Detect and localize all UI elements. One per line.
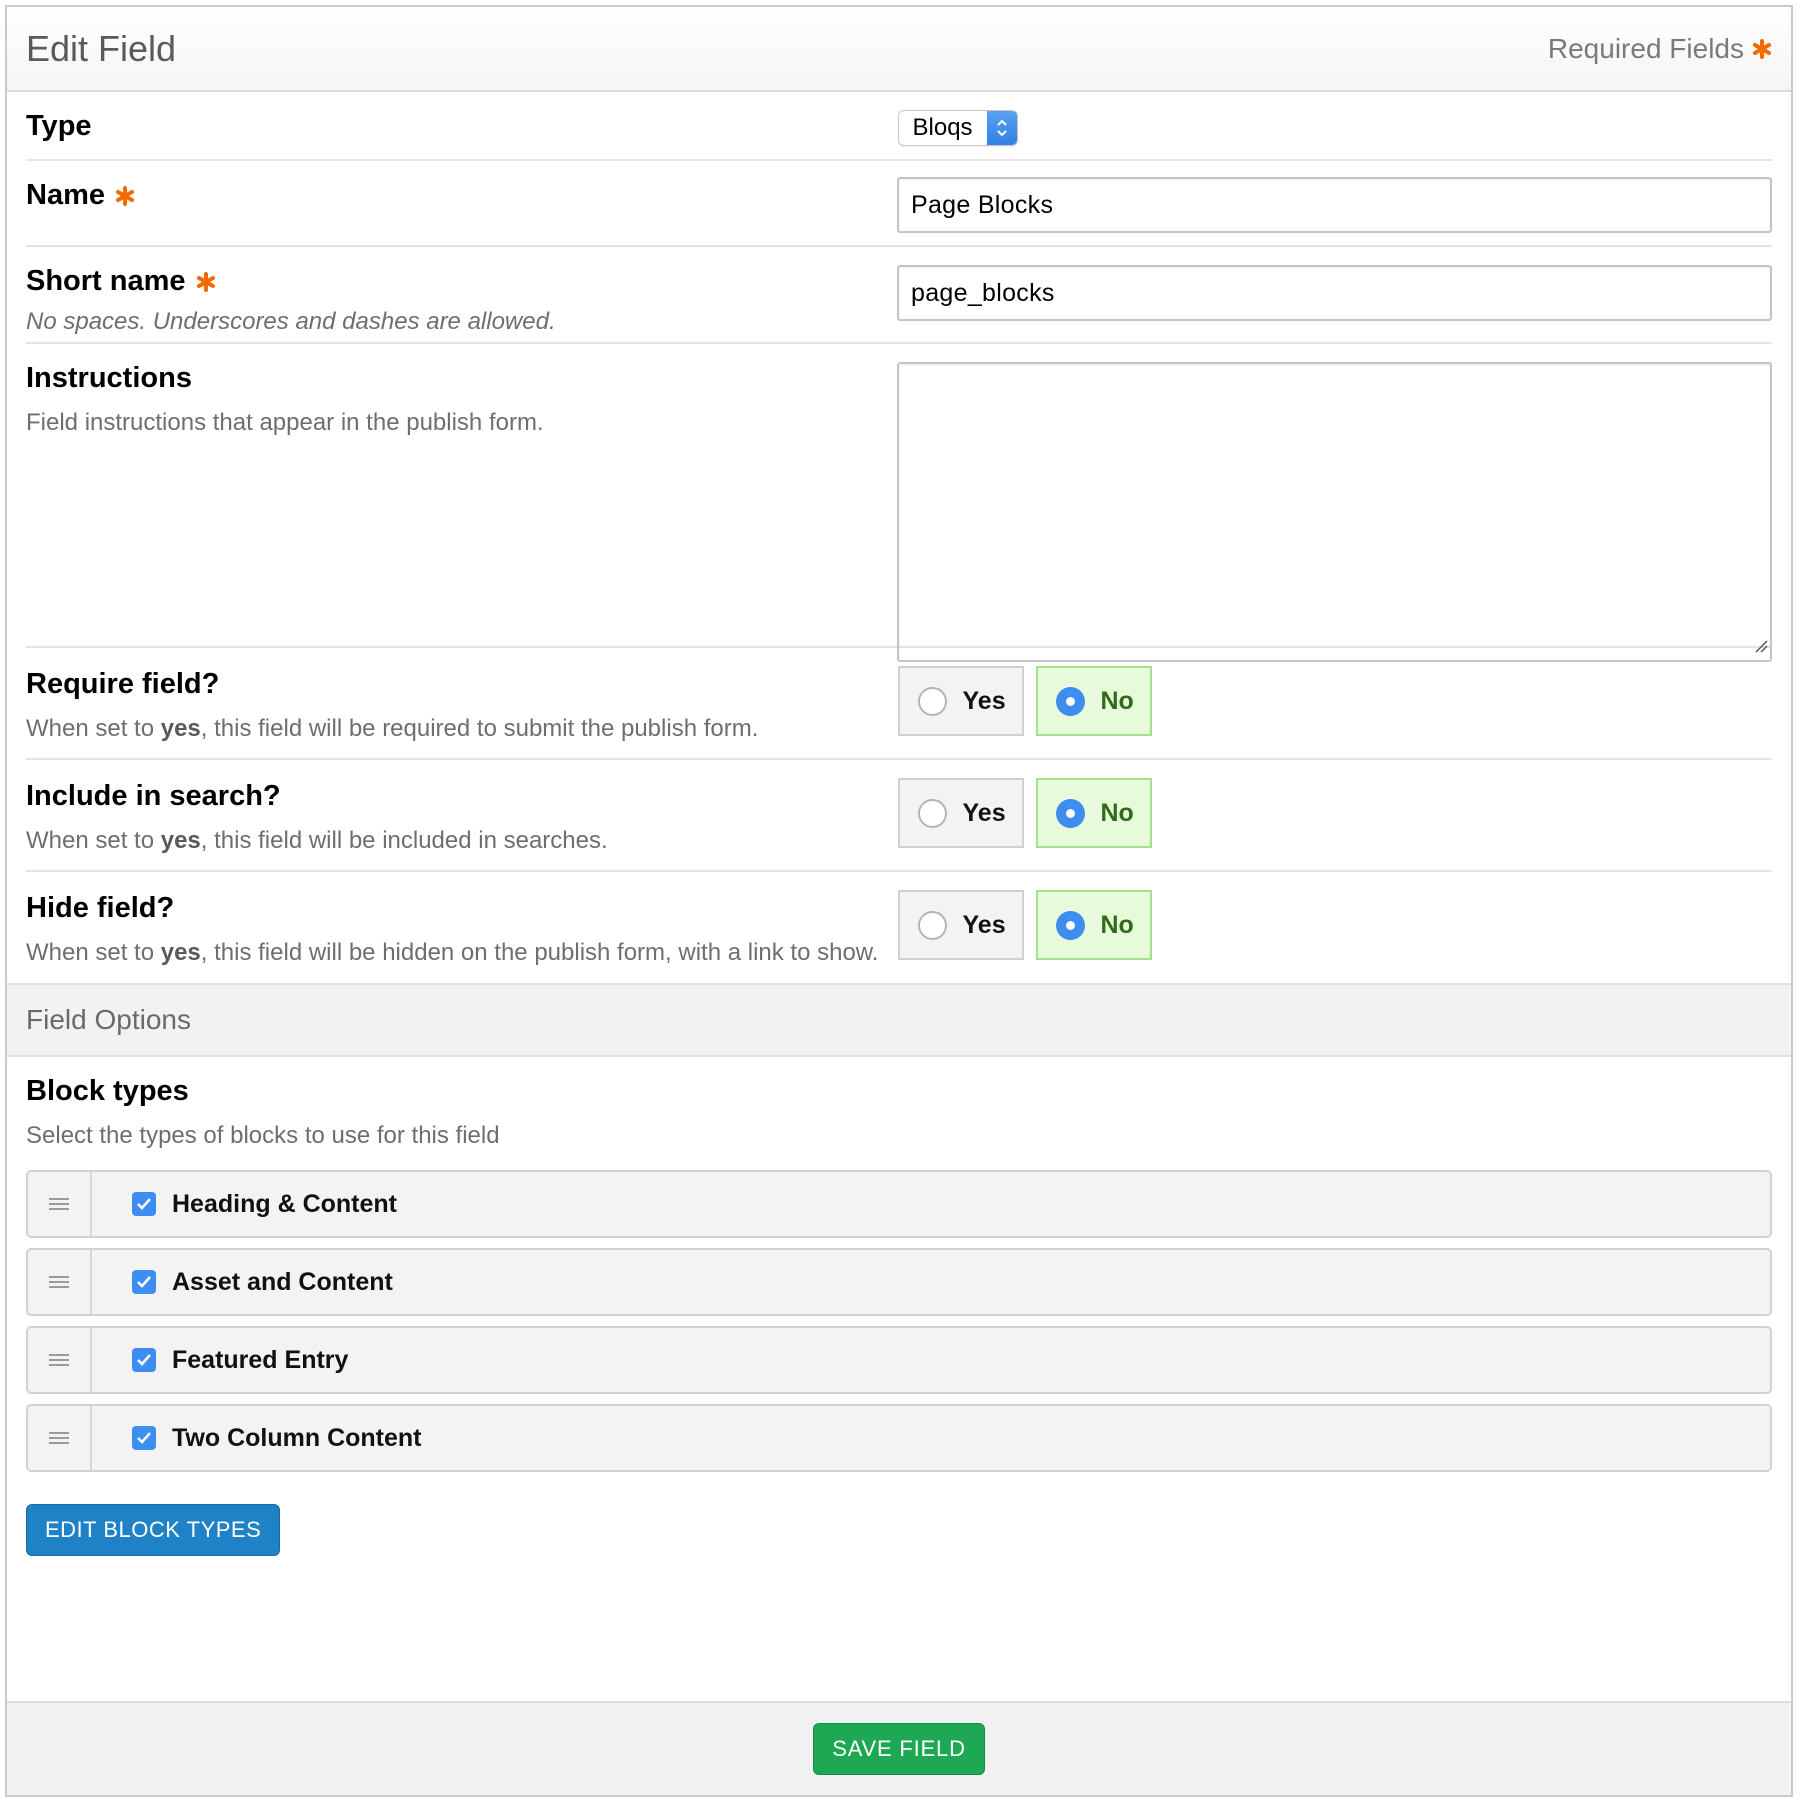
hide-field-no[interactable]: No: [1035, 890, 1152, 960]
required-fields-label: Required Fields: [1547, 32, 1744, 64]
field-row-search: Include in search? When set to yes, this…: [26, 760, 1772, 872]
block-type-label: Heading & Content: [172, 1189, 397, 1218]
include-search-radio-group: Yes No: [897, 778, 1773, 848]
drag-handle-icon[interactable]: [28, 1172, 92, 1236]
field-row-type: Type Bloqs: [26, 92, 1772, 161]
required-asterisk-icon: [1752, 38, 1772, 59]
block-type-item: Asset and Content: [26, 1248, 1772, 1316]
block-type-label: Two Column Content: [172, 1423, 422, 1452]
block-type-item: Two Column Content: [26, 1404, 1772, 1472]
drag-handle-icon[interactable]: [28, 1406, 92, 1470]
block-type-item: Heading & Content: [26, 1170, 1772, 1238]
required-asterisk-icon: [196, 271, 216, 292]
help-prefix: When set to: [26, 939, 161, 966]
help-suffix: , this field will be hidden on the publi…: [200, 939, 879, 966]
panel-header: Edit Field Required Fields: [7, 7, 1791, 92]
help-bold: yes: [160, 939, 201, 966]
help-suffix: , this field will be included in searche…: [200, 827, 608, 854]
help-prefix: When set to: [26, 715, 161, 742]
short-name-label-text: Short name: [26, 265, 186, 297]
short-name-help: No spaces. Underscores and dashes are al…: [26, 308, 897, 336]
block-type-item: Featured Entry: [26, 1326, 1772, 1394]
include-search-label: Include in search?: [26, 780, 281, 812]
field-row-short-name: Short name No spaces. Underscores and da…: [26, 247, 1772, 344]
name-label-text: Name: [26, 179, 105, 211]
block-types-list: Heading & Content Asset and Content Feat…: [26, 1170, 1772, 1472]
radio-label: Yes: [962, 910, 1006, 939]
field-settings: Type Bloqs Name Page Blocks Short name N…: [7, 92, 1791, 983]
require-field-yes[interactable]: Yes: [897, 666, 1024, 736]
hide-field-yes[interactable]: Yes: [897, 890, 1024, 960]
hide-field-radio-group: Yes No: [897, 890, 1773, 960]
include-search-yes[interactable]: Yes: [897, 778, 1024, 848]
help-bold: yes: [160, 715, 201, 742]
require-field-no[interactable]: No: [1035, 666, 1152, 736]
field-options-header: Field Options: [7, 983, 1791, 1057]
required-asterisk-icon: [115, 185, 135, 206]
checkbox-checked-icon[interactable]: [132, 1270, 156, 1294]
drag-handle-icon[interactable]: [28, 1328, 92, 1392]
edit-field-panel: Edit Field Required Fields Type Bloqs Na…: [5, 5, 1793, 1797]
field-row-hide: Hide field? When set to yes, this field …: [26, 872, 1772, 983]
help-suffix: , this field will be required to submit …: [200, 715, 759, 742]
type-label: Type: [26, 110, 92, 142]
radio-off-icon: [917, 910, 947, 940]
radio-off-icon: [917, 686, 947, 716]
require-field-help: When set to yes, this field will be requ…: [26, 715, 898, 743]
block-type-label: Asset and Content: [172, 1267, 393, 1296]
required-fields-note: Required Fields: [1548, 33, 1772, 65]
name-label: Name: [26, 179, 897, 212]
help-prefix: When set to: [26, 827, 161, 854]
type-select[interactable]: Bloqs: [897, 110, 1018, 146]
edit-block-types-button[interactable]: EDIT BLOCK TYPES: [26, 1504, 281, 1556]
checkbox-checked-icon[interactable]: [132, 1426, 156, 1450]
radio-on-icon: [1055, 686, 1085, 716]
radio-off-icon: [917, 798, 947, 828]
block-type-label: Featured Entry: [172, 1345, 349, 1374]
include-search-help: When set to yes, this field will be incl…: [26, 827, 898, 855]
radio-label: No: [1100, 798, 1134, 827]
page-title: Edit Field: [26, 27, 177, 69]
help-bold: yes: [160, 827, 201, 854]
instructions-label: Instructions: [26, 362, 192, 394]
field-row-instructions: Instructions Field instructions that app…: [26, 344, 1772, 662]
radio-label: No: [1100, 910, 1134, 939]
type-select-value: Bloqs: [912, 114, 973, 141]
select-arrows-icon: [986, 111, 1017, 145]
name-input[interactable]: Page Blocks: [897, 177, 1772, 233]
radio-label: Yes: [962, 686, 1006, 715]
radio-on-icon: [1055, 910, 1085, 940]
checkbox-checked-icon[interactable]: [132, 1192, 156, 1216]
radio-label: Yes: [962, 798, 1006, 827]
include-search-no[interactable]: No: [1035, 778, 1152, 848]
require-field-label: Require field?: [26, 668, 220, 700]
instructions-textarea[interactable]: [897, 362, 1772, 662]
require-field-radio-group: Yes No: [897, 666, 1773, 736]
drag-handle-icon[interactable]: [28, 1250, 92, 1314]
instructions-help: Field instructions that appear in the pu…: [26, 409, 544, 436]
block-types-label: Block types: [26, 1075, 189, 1107]
form-footer: SAVE FIELD: [7, 1701, 1791, 1795]
field-row-require: Require field? When set to yes, this fie…: [26, 648, 1772, 760]
resize-grip-icon[interactable]: [1754, 639, 1768, 658]
field-options: Block types Select the types of blocks t…: [7, 1057, 1791, 1556]
short-name-help-text: No spaces. Underscores and dashes are al…: [26, 308, 556, 335]
short-name-input[interactable]: page_blocks: [897, 265, 1772, 321]
save-field-button[interactable]: SAVE FIELD: [813, 1723, 985, 1775]
short-name-label: Short name: [26, 265, 897, 298]
radio-on-icon: [1055, 798, 1085, 828]
hide-field-help: When set to yes, this field will be hidd…: [26, 939, 898, 967]
block-types-help: Select the types of blocks to use for th…: [26, 1122, 500, 1149]
radio-label: No: [1100, 686, 1134, 715]
checkbox-checked-icon[interactable]: [132, 1348, 156, 1372]
hide-field-label: Hide field?: [26, 892, 175, 924]
field-row-name: Name Page Blocks: [26, 161, 1772, 247]
